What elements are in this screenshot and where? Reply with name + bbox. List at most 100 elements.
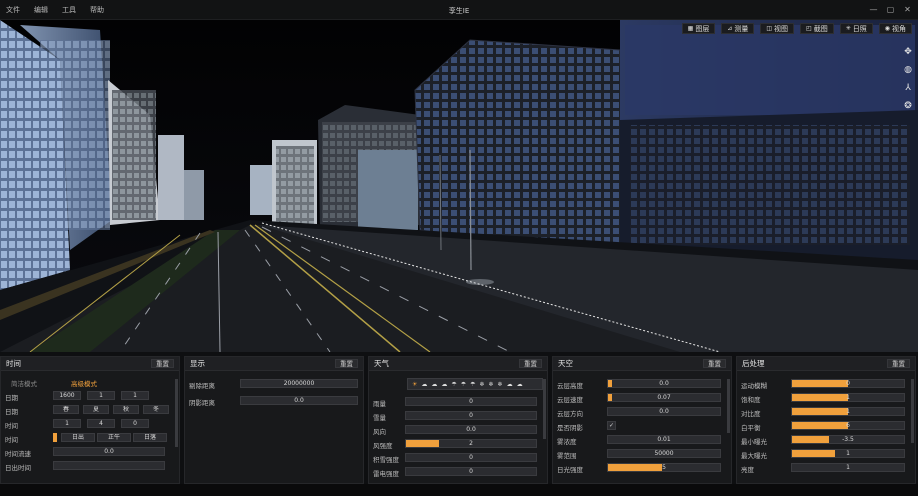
post-panel-slider[interactable]: 1 — [791, 449, 905, 458]
year-field[interactable]: 1600 — [53, 391, 81, 400]
weather-preset-icon[interactable]: ☁ — [441, 381, 447, 388]
slider-fill — [792, 422, 848, 429]
weather-preset-icon[interactable]: ☂ — [451, 381, 456, 388]
sky-panel-slider[interactable]: 5 — [607, 463, 721, 472]
post-panel-slider[interactable]: 1 — [791, 463, 905, 472]
hour-field[interactable]: 1 — [53, 419, 81, 428]
sky-panel-slider[interactable]: 50000 — [607, 449, 721, 458]
post-panel-slider[interactable]: 6 — [791, 421, 905, 430]
post-panel-row: 饱和度 1 — [737, 393, 915, 404]
reset-button[interactable]: 重置 — [703, 359, 726, 368]
sky-panel-row: 云层速度 0.07 — [553, 393, 731, 404]
weather-preset-icon[interactable]: ☁ — [517, 381, 523, 388]
post-panel-slider[interactable]: 1 — [791, 407, 905, 416]
season-summer-button[interactable]: 夏 — [83, 405, 109, 414]
date-row: 日期 1600 1 1 — [1, 391, 179, 402]
eye-icon: ◉ — [884, 24, 890, 32]
move-icon[interactable]: ✥ — [902, 46, 914, 58]
measure-icon: ⊿ — [727, 24, 733, 32]
weather-preset-icon[interactable]: ❄ — [480, 381, 485, 388]
weather-preset-icon[interactable]: ☁ — [431, 381, 437, 388]
weather-panel-slider[interactable]: 0 — [405, 467, 537, 476]
reset-button[interactable]: 重置 — [335, 359, 358, 368]
season-spring-button[interactable]: 春 — [53, 405, 79, 414]
toolbar-button-eye[interactable]: ◉ 视角 — [878, 23, 912, 34]
scrollbar[interactable] — [911, 379, 914, 443]
scrollbar[interactable] — [175, 379, 178, 447]
sky-panel-slider[interactable]: 0.01 — [607, 435, 721, 444]
reset-button[interactable]: 重置 — [151, 359, 174, 368]
weather-panel-slider[interactable]: 2 — [405, 439, 537, 448]
month-field[interactable]: 1 — [87, 391, 115, 400]
slider-value: 1 — [846, 394, 850, 401]
post-panel-slider[interactable]: 0 — [791, 379, 905, 388]
panel-title: 天空 — [558, 359, 573, 368]
reset-button[interactable]: 重置 — [519, 359, 542, 368]
shadow-distance-field[interactable]: 0.0 — [240, 396, 358, 405]
post-panel-row: 对比度 1 — [737, 407, 915, 418]
toolbar-button-measure[interactable]: ⊿ 测量 — [721, 23, 755, 34]
time-speed-field[interactable]: 0.0 — [53, 447, 165, 456]
shadow-checkbox[interactable]: ✓ — [607, 421, 616, 430]
weather-panel-slider[interactable]: 0 — [405, 411, 537, 420]
weather-preset-icon[interactable]: ☂ — [470, 381, 475, 388]
season-autumn-button[interactable]: 秋 — [113, 405, 139, 414]
close-icon[interactable]: ✕ — [903, 5, 912, 14]
sky-panel-slider[interactable]: 0.0 — [607, 379, 721, 388]
maximize-icon[interactable]: ▢ — [886, 5, 895, 14]
sunrise-button[interactable]: 日出 — [61, 433, 95, 442]
weather-preset-icon[interactable]: ❄ — [498, 381, 503, 388]
panel-title: 后处理 — [742, 359, 765, 368]
sky-panel: 天空 重置 云层高度 0.0 云层速度 0.07 云层方向 0.0 是否阴影 ✓ 雾浓度 0.01… — [552, 356, 732, 484]
axis-icon[interactable]: ⅄ — [902, 82, 914, 94]
slider-value: 0.07 — [657, 394, 671, 401]
minute-field[interactable]: 4 — [87, 419, 115, 428]
sunrise-time-field[interactable] — [53, 461, 165, 470]
screenshot-icon: ◰ — [806, 24, 812, 32]
tod-indicator — [53, 433, 57, 442]
minimize-icon[interactable]: — — [869, 5, 878, 14]
noon-button[interactable]: 正午 — [97, 433, 131, 442]
post-panel-slider[interactable]: 1 — [791, 393, 905, 402]
sky-panel-slider[interactable]: 0.0 — [607, 407, 721, 416]
second-field[interactable]: 0 — [121, 419, 149, 428]
season-winter-button[interactable]: 冬 — [143, 405, 169, 414]
post-panel-label: 亮度 — [741, 466, 754, 474]
tod-label: 时间 — [5, 436, 18, 444]
postprocess-panel: 后处理 重置 运动模糊 0 饱和度 1 对比度 1 白平衡 6 最小曝光 -3.5 最大曝光 1 亮度 1 — [736, 356, 916, 484]
toolbar-button-layers[interactable]: ▦ 图层 — [681, 23, 716, 34]
slider-value: 1 — [846, 408, 850, 415]
weather-preset-icon[interactable]: ☀ — [412, 381, 417, 388]
cull-distance-field[interactable]: 20000000 — [240, 379, 358, 388]
time-of-day-row: 时间 日出 正午 日落 — [1, 433, 179, 444]
reset-button[interactable]: 重置 — [887, 359, 910, 368]
globe-icon[interactable]: ◍ — [902, 64, 914, 76]
weather-preset-icon[interactable]: ❄ — [489, 381, 494, 388]
toolbar-button-view[interactable]: ◫ 视图 — [760, 23, 795, 34]
3d-viewport[interactable]: ▦ 图层 ⊿ 测量 ◫ 视图 ◰ 截图 ✳ 日照 ◉ 视角 ✥ ◍ ⅄ ❂ — [0, 20, 918, 352]
weather-preset-icon[interactable]: ☂ — [461, 381, 466, 388]
slider-fill — [608, 380, 613, 387]
scrollbar[interactable] — [543, 379, 546, 439]
advanced-mode-tab[interactable]: 高级模式 — [71, 378, 97, 388]
simple-mode-tab[interactable]: 简洁模式 — [11, 378, 37, 388]
sky-panel-label: 日光强度 — [557, 466, 583, 474]
weather-panel-slider[interactable]: 0.0 — [405, 425, 537, 434]
weather-panel-row: 雷电强度 0 — [369, 467, 547, 478]
settings-icon[interactable]: ❂ — [902, 100, 914, 112]
sunset-button[interactable]: 日落 — [133, 433, 167, 442]
toolbar-button-screenshot[interactable]: ◰ 截图 — [800, 23, 834, 34]
weather-panel-slider[interactable]: 0 — [405, 397, 537, 406]
toolbar-button-sun[interactable]: ✳ 日照 — [839, 23, 873, 34]
post-panel-slider[interactable]: -3.5 — [791, 435, 905, 444]
weather-preset-icon[interactable]: ☁ — [421, 381, 427, 388]
scrollbar[interactable] — [727, 379, 730, 433]
weather-panel-slider[interactable]: 0 — [405, 453, 537, 462]
time-row: 时间 1 4 0 — [1, 419, 179, 430]
toolbar-button-label: 日照 — [852, 24, 867, 33]
sky-panel-slider[interactable]: 0.07 — [607, 393, 721, 402]
post-panel-label: 白平衡 — [741, 424, 761, 432]
app-title: 孪生IE — [448, 7, 470, 15]
weather-preset-icon[interactable]: ☁ — [507, 381, 513, 388]
day-field[interactable]: 1 — [121, 391, 149, 400]
